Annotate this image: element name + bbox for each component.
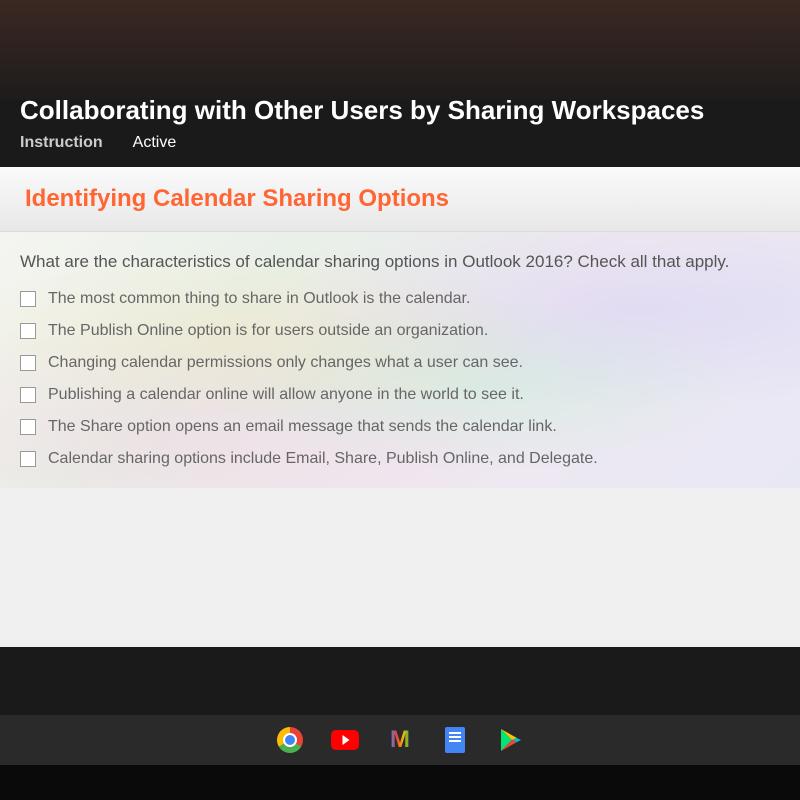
checkbox[interactable] [20,355,36,371]
option-label: The Publish Online option is for users o… [48,322,488,340]
option-row: Calendar sharing options include Email, … [20,450,780,468]
tab-instruction[interactable]: Instruction [20,134,103,152]
option-row: Changing calendar permissions only chang… [20,354,780,372]
option-label: Publishing a calendar online will allow … [48,386,524,404]
option-label: Changing calendar permissions only chang… [48,354,523,372]
option-row: The most common thing to share in Outloo… [20,290,780,308]
tab-bar: Instruction Active [20,134,780,152]
tab-active[interactable]: Active [133,134,177,152]
option-row: The Publish Online option is for users o… [20,322,780,340]
option-row: Publishing a calendar online will allow … [20,386,780,404]
play-store-icon[interactable] [495,725,525,755]
checkbox[interactable] [20,387,36,403]
option-label: The Share option opens an email message … [48,418,557,436]
page-header: Collaborating with Other Users by Sharin… [0,0,800,167]
checkbox[interactable] [20,291,36,307]
content-panel: Identifying Calendar Sharing Options Wha… [0,167,800,647]
laptop-bezel [0,765,800,800]
checkbox[interactable] [20,419,36,435]
question-text: What are the characteristics of calendar… [20,252,780,272]
content-header: Identifying Calendar Sharing Options [0,167,800,232]
youtube-icon[interactable] [330,725,360,755]
option-row: The Share option opens an email message … [20,418,780,436]
page-title: Collaborating with Other Users by Sharin… [20,95,780,126]
taskbar: M [0,715,800,765]
chrome-icon[interactable] [275,725,305,755]
options-list: The most common thing to share in Outloo… [20,290,780,468]
question-area: What are the characteristics of calendar… [0,232,800,488]
option-label: The most common thing to share in Outloo… [48,290,470,308]
checkbox[interactable] [20,451,36,467]
option-label: Calendar sharing options include Email, … [48,450,598,468]
checkbox[interactable] [20,323,36,339]
section-title: Identifying Calendar Sharing Options [25,185,775,213]
gmail-icon[interactable]: M [385,725,415,755]
docs-icon[interactable] [440,725,470,755]
